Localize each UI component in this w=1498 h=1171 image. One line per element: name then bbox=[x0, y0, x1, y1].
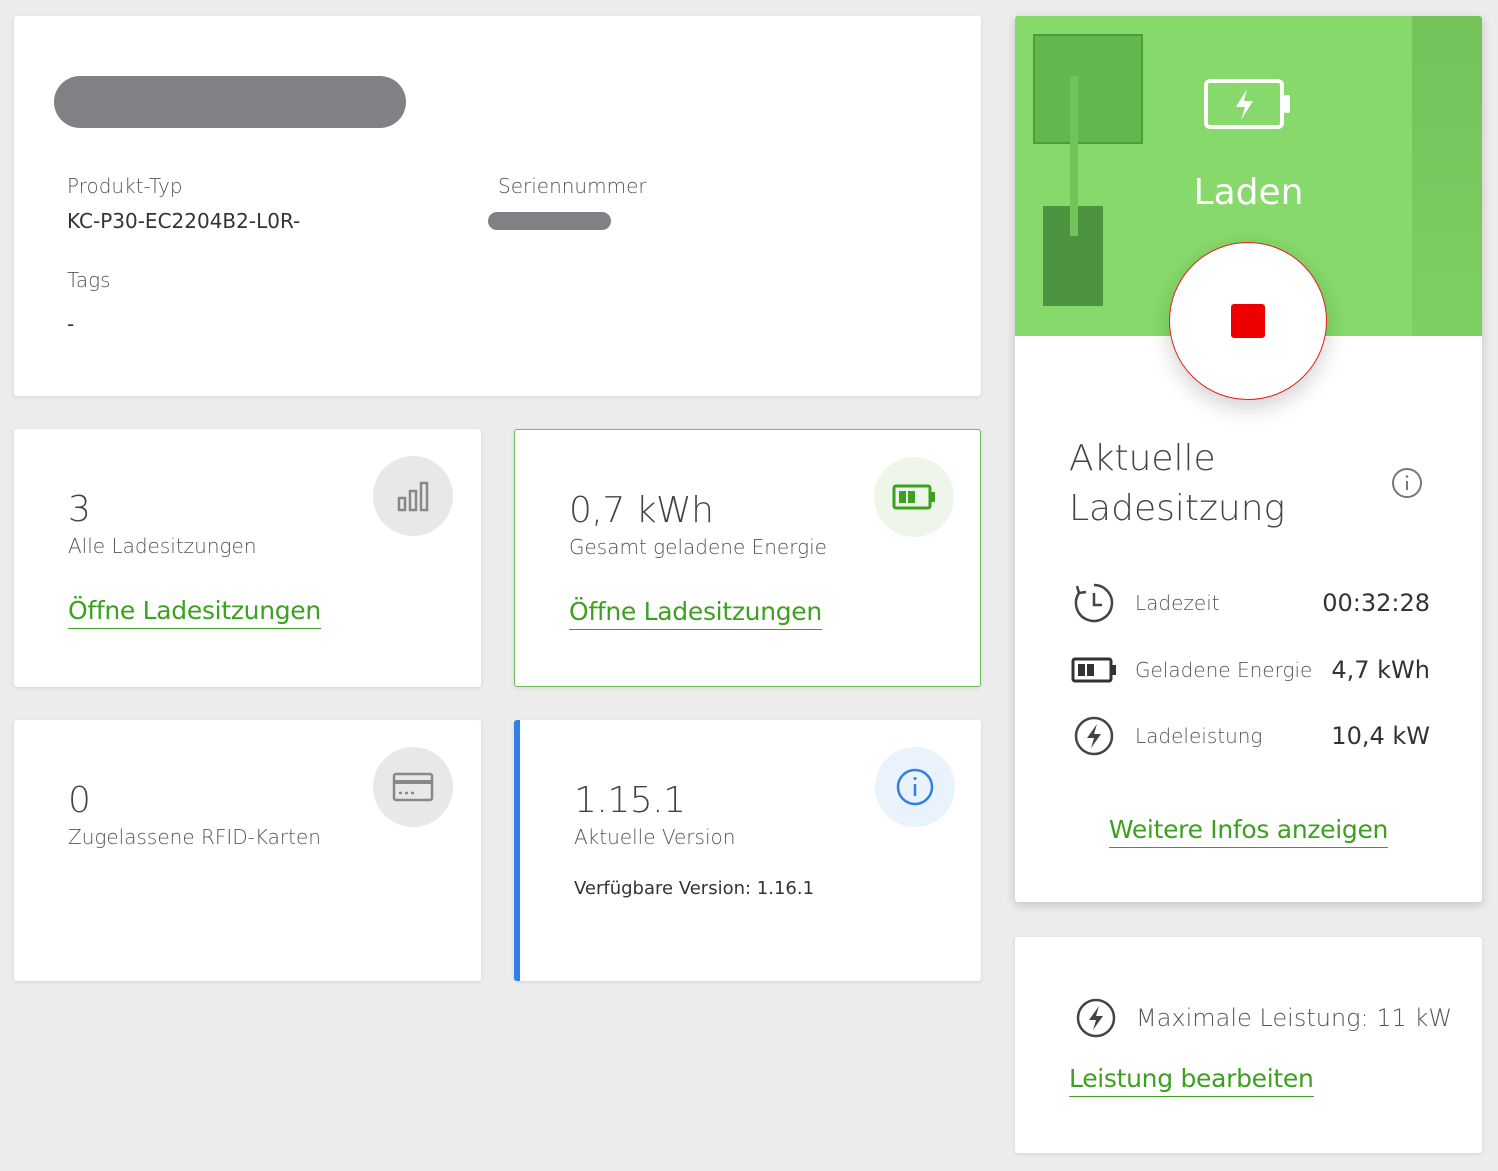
current-session-title-line2: Ladesitzung bbox=[1069, 488, 1286, 530]
rfid-card: 0 Zugelassene RFID-Karten bbox=[14, 720, 481, 981]
version-card: 1.15.1 Aktuelle Version Verfügbare Versi… bbox=[514, 720, 981, 981]
battery-icon bbox=[1071, 656, 1117, 684]
edit-power-link[interactable]: Leistung bearbeiten bbox=[1069, 1064, 1314, 1097]
redacted-serial-number bbox=[488, 212, 611, 230]
open-sessions-link[interactable]: Öffne Ladesitzungen bbox=[68, 596, 321, 629]
bar-chart-icon bbox=[373, 456, 453, 536]
serial-number-label: Seriennummer bbox=[498, 174, 647, 198]
redacted-device-name bbox=[54, 76, 406, 128]
current-version-value: 1.15.1 bbox=[574, 780, 686, 821]
energy-card: 0,7 kWh Gesamt geladene Energie Öffne La… bbox=[514, 429, 981, 687]
lightning-icon bbox=[1075, 997, 1117, 1039]
tags-label: Tags bbox=[67, 268, 111, 292]
max-power-text: Maximale Leistung: 11 kW bbox=[1136, 1004, 1453, 1032]
charging-time-value: 00:32:28 bbox=[1322, 589, 1430, 617]
charging-power-value: 10,4 kW bbox=[1331, 722, 1430, 750]
total-energy-value: 0,7 kWh bbox=[569, 490, 714, 531]
total-energy-label: Gesamt geladene Energie bbox=[569, 535, 827, 559]
available-version: Verfügbare Version: 1.16.1 bbox=[574, 878, 815, 899]
sessions-label: Alle Ladesitzungen bbox=[68, 534, 257, 558]
info-icon bbox=[875, 747, 955, 827]
open-sessions-link-energy[interactable]: Öffne Ladesitzungen bbox=[569, 597, 822, 630]
current-session-title-line1: Aktuelle bbox=[1069, 438, 1216, 479]
credit-card-icon bbox=[373, 747, 453, 827]
tags-value: - bbox=[67, 312, 75, 336]
clock-icon bbox=[1071, 582, 1117, 624]
sessions-count: 3 bbox=[68, 489, 91, 530]
max-power-row: Maximale Leistung: 11 kW bbox=[1075, 997, 1452, 1039]
charging-power-row: Ladeleistung 10,4 kW bbox=[1071, 714, 1430, 758]
lightning-icon bbox=[1071, 715, 1117, 757]
rfid-label: Zugelassene RFID-Karten bbox=[68, 825, 321, 849]
charged-energy-label: Geladene Energie bbox=[1135, 658, 1313, 682]
device-info-card: Produkt-Typ KC-P30-EC2204B2-L0R- Serienn… bbox=[14, 16, 981, 396]
battery-icon bbox=[874, 457, 954, 537]
wallbox-illustration bbox=[1033, 34, 1143, 144]
charging-status: Laden bbox=[1193, 172, 1304, 213]
charged-energy-row: Geladene Energie 4,7 kWh bbox=[1071, 648, 1430, 692]
rfid-count: 0 bbox=[68, 780, 91, 821]
charging-time-row: Ladezeit 00:32:28 bbox=[1071, 581, 1430, 625]
charged-energy-value: 4,7 kWh bbox=[1331, 656, 1430, 684]
stop-icon bbox=[1231, 304, 1265, 338]
stop-charging-button[interactable] bbox=[1169, 242, 1327, 400]
max-power-card: Maximale Leistung: 11 kW Leistung bearbe… bbox=[1015, 937, 1482, 1153]
product-type-label: Produkt-Typ bbox=[67, 174, 183, 198]
battery-charging-icon bbox=[1204, 79, 1290, 129]
current-version-label: Aktuelle Version bbox=[574, 825, 736, 849]
product-type-value: KC-P30-EC2204B2-L0R- bbox=[67, 209, 301, 233]
charging-panel: Laden Aktuelle Ladesitzung Ladezeit 00:3… bbox=[1015, 16, 1482, 902]
sessions-card: 3 Alle Ladesitzungen Öffne Ladesitzungen bbox=[14, 429, 481, 687]
more-info-link[interactable]: Weitere Infos anzeigen bbox=[1108, 815, 1388, 848]
charging-time-label: Ladezeit bbox=[1135, 591, 1220, 615]
session-info-icon[interactable] bbox=[1391, 467, 1423, 499]
current-session-title: Aktuelle Ladesitzung bbox=[1069, 434, 1285, 535]
charging-power-label: Ladeleistung bbox=[1135, 724, 1263, 748]
